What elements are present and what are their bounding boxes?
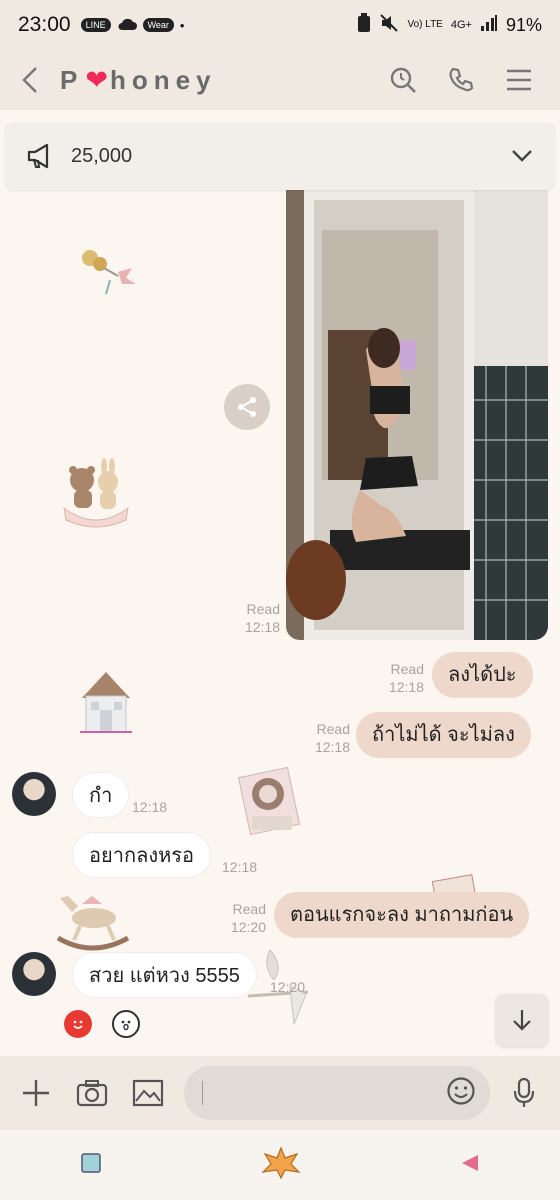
reaction-smile-icon[interactable] — [64, 1010, 92, 1038]
call-button[interactable] — [446, 65, 476, 95]
volte-indicator: Vo) LTE — [407, 19, 443, 30]
message-time: 12:18 — [222, 859, 258, 875]
more-notifications-dot: • — [179, 17, 185, 33]
announcement-text: 25,000 — [71, 144, 133, 167]
home-icon — [261, 1145, 301, 1179]
sticker-perfume-bottle — [237, 764, 302, 849]
read-label: Read — [390, 661, 424, 677]
home-button[interactable] — [261, 1145, 301, 1185]
back-triangle-icon — [462, 1154, 479, 1171]
recent-apps-icon — [80, 1152, 101, 1173]
sticker-flower-decoration — [80, 246, 144, 303]
status-time: 23:00 — [18, 13, 71, 36]
time-label: 12:20 — [230, 919, 266, 935]
camera-icon — [76, 1080, 108, 1107]
sticker-rocking-horse — [52, 882, 132, 957]
time-label: 12:18 — [244, 619, 280, 635]
message-time: 12:20 — [270, 979, 306, 995]
sticker-teddy-bears — [60, 458, 132, 535]
message-read-receipt: Read 12:18 — [384, 660, 424, 696]
megaphone-icon — [27, 143, 49, 169]
phone-icon — [449, 67, 474, 92]
message-input[interactable] — [207, 1082, 446, 1104]
signal-icon — [480, 14, 498, 37]
message-time: 12:18 — [132, 799, 168, 815]
mirror-selfie-image — [286, 190, 548, 640]
share-button[interactable] — [224, 384, 270, 430]
message-bubble-outgoing[interactable]: ถ้าไม่ได้ จะไม่ลง — [356, 712, 531, 758]
sticker-house — [78, 668, 134, 743]
search-button[interactable] — [388, 65, 418, 95]
menu-button[interactable] — [504, 65, 534, 95]
plus-icon — [23, 1080, 49, 1106]
time-label: 12:18 — [388, 679, 424, 695]
mute-icon — [379, 13, 399, 38]
battery-level: 91% — [505, 14, 542, 35]
share-icon — [238, 397, 256, 417]
chat-title[interactable]: P ❤ honey — [60, 65, 217, 96]
emoji-button[interactable] — [446, 1076, 476, 1111]
hamburger-menu-icon — [507, 69, 531, 91]
message-bubble-incoming[interactable]: อยากลงหรอ — [72, 832, 212, 878]
message-read-receipt: Read 12:20 — [226, 900, 266, 936]
read-label: Read — [232, 901, 266, 917]
gallery-button[interactable] — [128, 1073, 168, 1113]
message-bubble-incoming[interactable]: สวย แต่หวง 5555 — [72, 952, 257, 998]
message-reactions — [64, 1010, 140, 1038]
system-navigation-bar — [0, 1130, 560, 1200]
message-bubble-incoming[interactable]: กำ — [72, 772, 130, 818]
time-label: 12:18 — [314, 739, 350, 755]
chevron-down-icon[interactable] — [511, 149, 533, 163]
network-4g-indicator: 4G+ — [450, 19, 472, 31]
status-bar: 23:00 LINE Wear • Vo) LTE 4G+ 91% — [0, 0, 560, 50]
reaction-surprised-face-icon[interactable] — [112, 1010, 140, 1038]
chat-header: P ❤ honey — [0, 50, 560, 110]
chevron-left-icon — [22, 67, 37, 93]
scroll-to-bottom-button[interactable] — [496, 994, 548, 1046]
message-input-container — [184, 1066, 490, 1120]
recent-apps-button[interactable] — [80, 1152, 102, 1179]
add-button[interactable] — [16, 1073, 56, 1113]
back-nav-button[interactable] — [460, 1153, 480, 1178]
camera-button[interactable] — [72, 1073, 112, 1113]
arrow-down-icon — [513, 1010, 531, 1031]
wear-notification-icon: Wear — [142, 18, 174, 32]
chat-title-prefix: P — [60, 64, 84, 95]
microphone-icon — [513, 1077, 535, 1107]
contact-avatar[interactable] — [12, 952, 56, 996]
image-icon — [132, 1079, 164, 1107]
announcement-banner[interactable]: 25,000 — [5, 122, 555, 190]
battery-saver-icon — [357, 12, 371, 38]
read-label: Read — [246, 601, 280, 617]
chat-title-suffix: honey — [109, 64, 217, 95]
message-composer — [0, 1056, 560, 1130]
contact-avatar[interactable] — [12, 772, 56, 816]
back-button[interactable] — [0, 50, 60, 110]
message-bubble-outgoing[interactable]: ลงได้ปะ — [432, 652, 533, 698]
heart-icon: ❤ — [85, 64, 108, 95]
line-notification-icon: LINE — [80, 18, 111, 32]
photo-message[interactable] — [286, 190, 548, 640]
message-bubble-outgoing[interactable]: ตอนแรกจะลง มาถามก่อน — [274, 892, 530, 938]
emoji-icon — [447, 1076, 475, 1105]
cloud-icon — [117, 17, 137, 34]
voice-button[interactable] — [504, 1073, 544, 1113]
photo-read-receipt: Read 12:18 — [238, 600, 280, 636]
search-icon — [390, 67, 416, 93]
text-cursor — [202, 1081, 203, 1105]
message-read-receipt: Read 12:18 — [308, 720, 350, 756]
read-label: Read — [316, 721, 350, 737]
